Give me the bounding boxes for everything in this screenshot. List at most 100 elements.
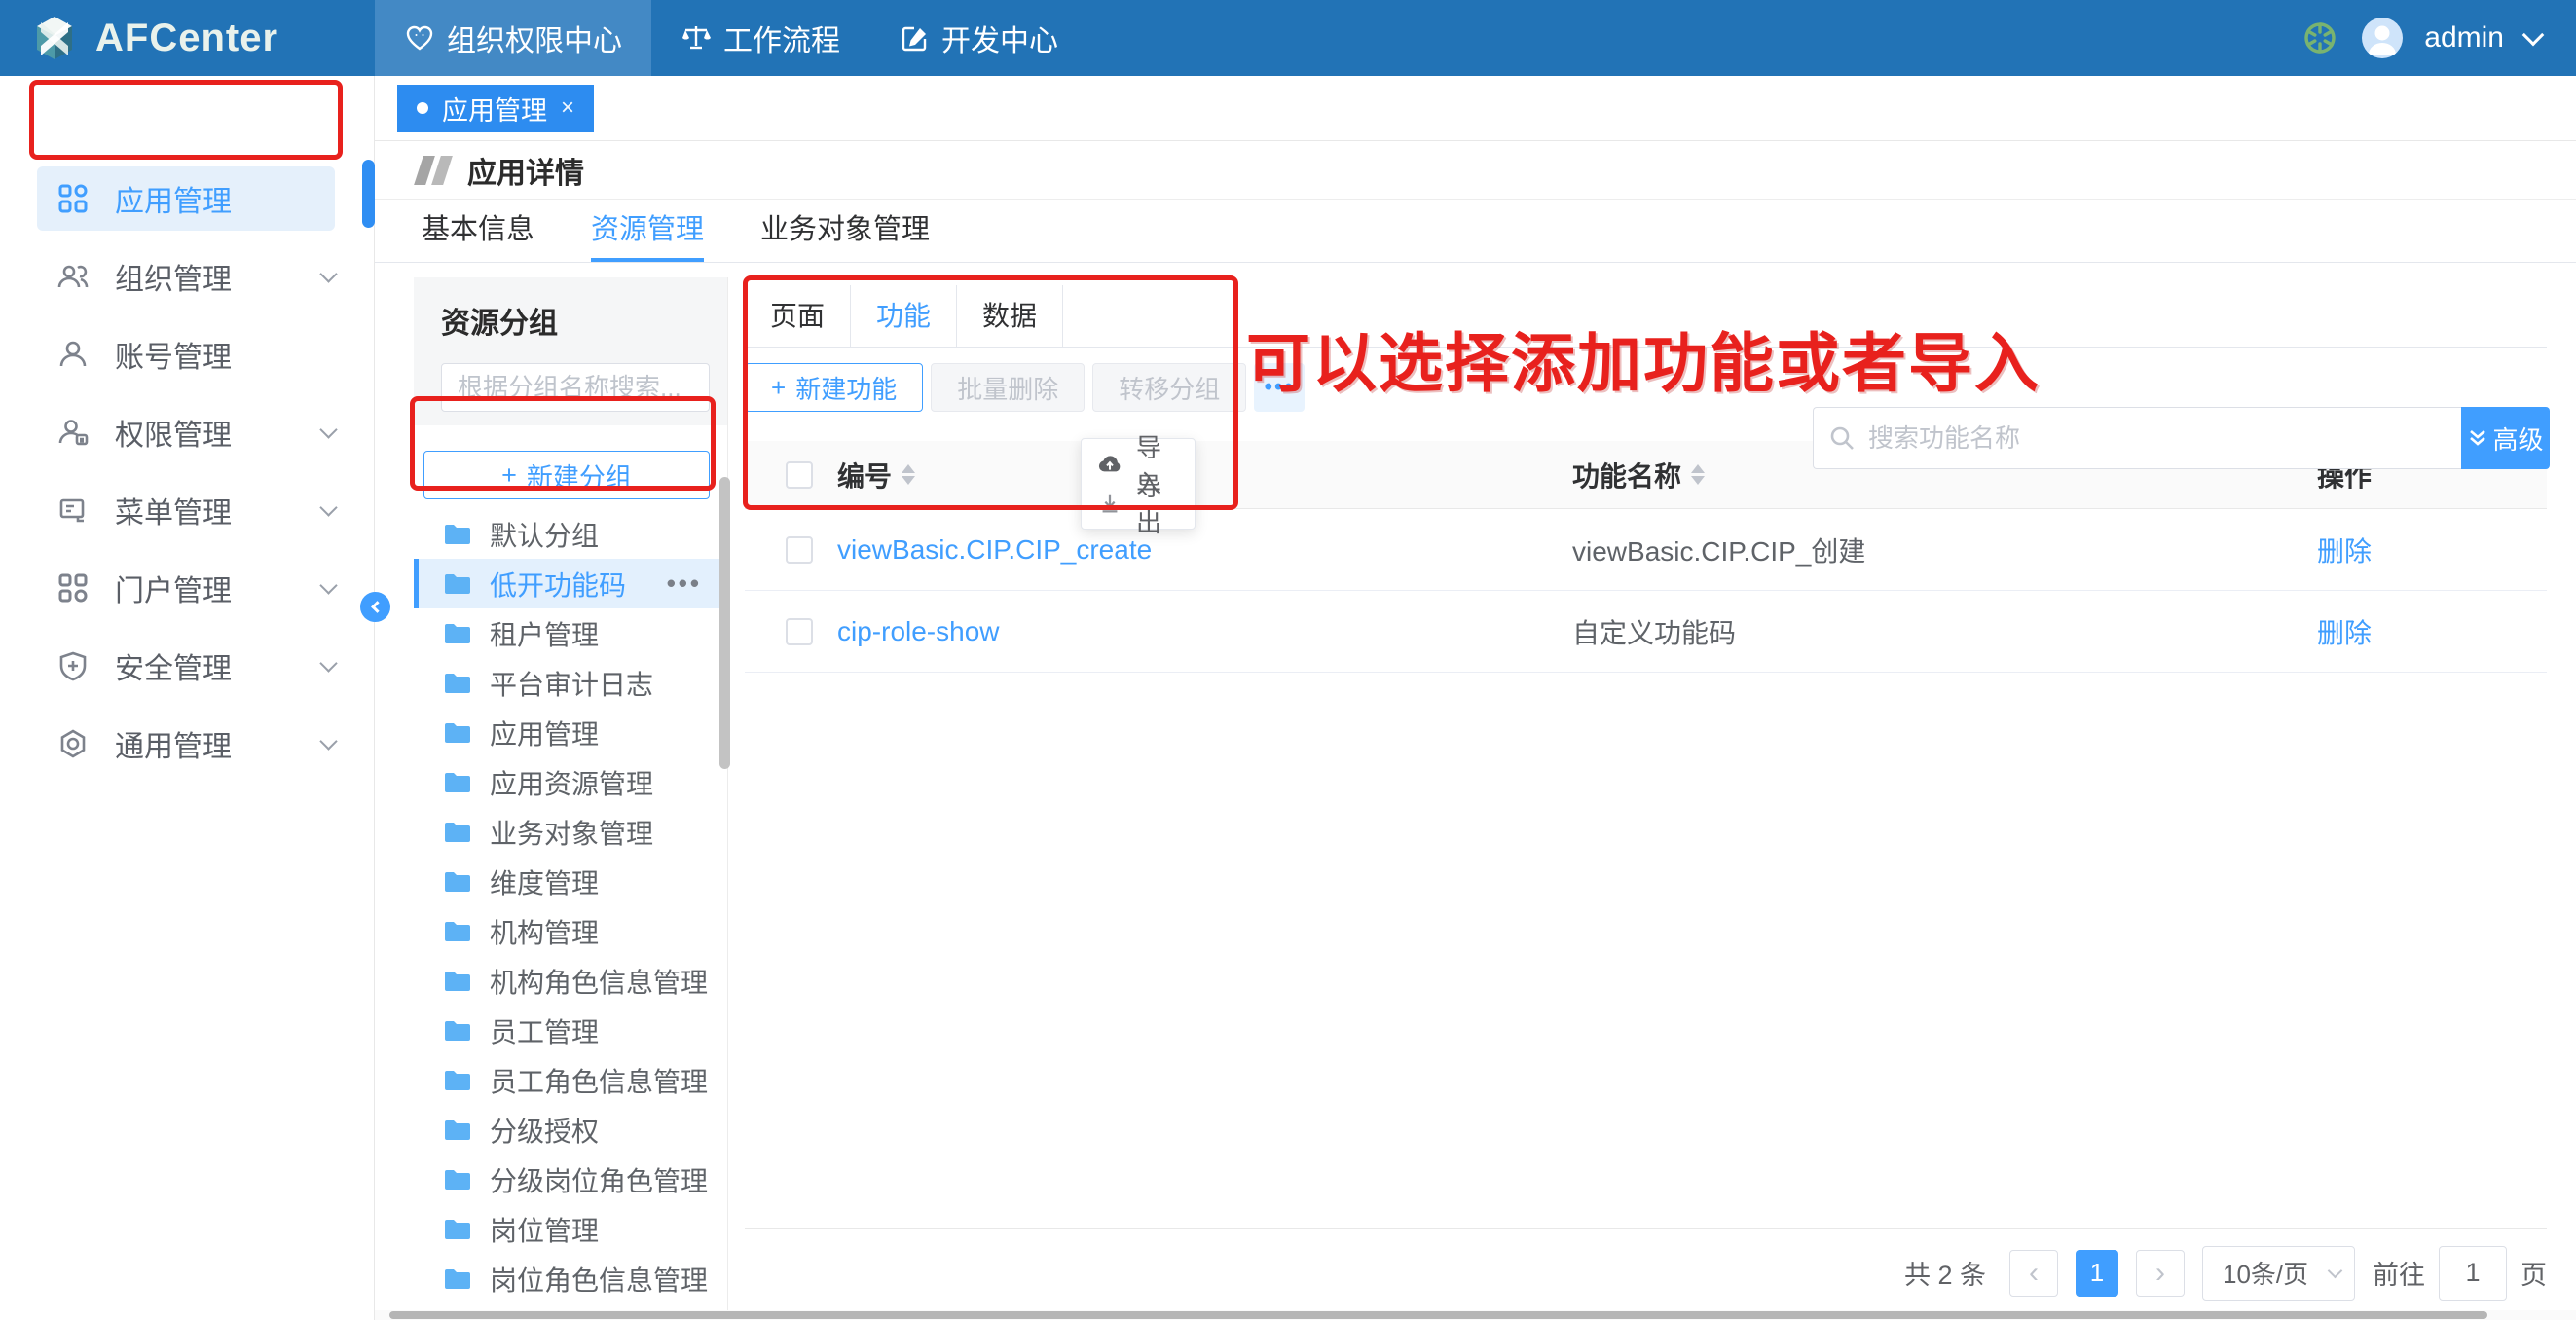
function-code-link[interactable]: cip-role-show	[837, 616, 1000, 646]
brand-name: AFCenter	[95, 17, 278, 60]
tab-pages[interactable]: 页面	[745, 285, 851, 347]
person-badge-icon	[56, 416, 90, 449]
tab-business-object-management[interactable]: 业务对象管理	[760, 200, 930, 262]
workspace-tab-app-management[interactable]: 应用管理 ×	[397, 85, 594, 132]
select-all-checkbox[interactable]	[786, 461, 813, 489]
table-row: viewBasic.CIP.CIP_create viewBasic.CIP.C…	[745, 509, 2547, 591]
current-page-button[interactable]: 1	[2076, 1250, 2118, 1297]
group-item[interactable]: 分级授权	[414, 1105, 727, 1155]
goto-page: 前往 页	[2373, 1246, 2547, 1301]
function-search-input[interactable]	[1813, 407, 2461, 469]
nav-item-org-permission-center[interactable]: 组织权限中心	[375, 0, 651, 76]
group-item[interactable]: 维度管理	[414, 857, 727, 906]
row-checkbox[interactable]	[786, 618, 813, 645]
group-more-icon[interactable]: •••	[667, 568, 702, 599]
group-item[interactable]: 默认分组	[414, 509, 727, 559]
group-item[interactable]: 机构角色信息管理	[414, 956, 727, 1006]
page-title: 应用详情	[467, 149, 584, 192]
more-actions-button[interactable]: •••	[1254, 363, 1305, 412]
folder-icon	[443, 572, 472, 596]
function-table: 编号 功能名称 操作 viewBasic.CIP.CIP_create view…	[745, 441, 2547, 673]
function-name: 自定义功能码	[1572, 618, 1736, 648]
nav-item-label: 开发中心	[941, 17, 1058, 59]
sidebar-item-org-management[interactable]: 组织管理	[0, 238, 374, 315]
new-group-button[interactable]: + 新建分组	[423, 451, 710, 499]
user-avatar[interactable]	[2362, 18, 2403, 58]
tab-data[interactable]: 数据	[957, 285, 1063, 347]
menu-item-export[interactable]: 导出	[1082, 484, 1195, 523]
sort-icon[interactable]	[902, 464, 915, 485]
group-item[interactable]: 平台审计日志	[414, 658, 727, 708]
sort-icon[interactable]	[1691, 464, 1705, 485]
sidebar-item-general-management[interactable]: 通用管理	[0, 705, 374, 783]
workspace-tab-label: 应用管理	[442, 90, 547, 128]
transfer-group-button[interactable]: 转移分组	[1092, 363, 1246, 412]
sidebar-item-label: 组织管理	[115, 255, 322, 298]
horizontal-scrollbar-thumb[interactable]	[389, 1311, 2487, 1319]
group-item[interactable]: 机构管理	[414, 906, 727, 956]
search-icon	[1828, 424, 1856, 452]
sidebar-item-portal-management[interactable]: 门户管理	[0, 549, 374, 627]
delete-link[interactable]: 删除	[2317, 536, 2372, 567]
sidebar-item-app-management[interactable]: 应用管理	[0, 160, 374, 238]
horizontal-scrollbar[interactable]	[375, 1310, 2576, 1320]
tab-resource-management[interactable]: 资源管理	[591, 200, 704, 262]
folder-icon	[443, 523, 472, 546]
next-page-button[interactable]: ›	[2136, 1250, 2185, 1297]
sidebar-item-permission-management[interactable]: 权限管理	[0, 393, 374, 471]
row-checkbox[interactable]	[786, 536, 813, 564]
advanced-search-button[interactable]: 高级	[2461, 407, 2550, 469]
main-area: 应用管理 × 应用详情 基本信息 资源管理 业务对象管理 资源分组 +	[375, 76, 2576, 1320]
sidebar-collapse-button[interactable]	[360, 592, 390, 622]
function-code-link[interactable]: viewBasic.CIP.CIP_create	[837, 534, 1152, 565]
tab-functions[interactable]: 功能	[851, 285, 957, 347]
nav-item-workflow[interactable]: 工作流程	[651, 0, 869, 76]
group-item[interactable]: 应用管理	[414, 708, 727, 757]
tab-basic-info[interactable]: 基本信息	[422, 200, 534, 262]
goto-page-input[interactable]	[2439, 1246, 2507, 1301]
batch-delete-button[interactable]: 批量删除	[931, 363, 1085, 412]
folder-icon	[443, 1168, 472, 1192]
chevron-down-icon[interactable]	[2522, 24, 2545, 47]
sidebar-item-security-management[interactable]: 安全管理	[0, 627, 374, 705]
top-navbar: AFCenter 组织权限中心	[0, 0, 2576, 76]
assistant-knot-icon[interactable]	[2300, 18, 2340, 58]
document-icon	[56, 494, 90, 527]
chevron-down-icon	[319, 265, 337, 282]
user-name[interactable]: admin	[2424, 21, 2504, 55]
column-header-code[interactable]: 编号	[837, 456, 892, 495]
group-item[interactable]: 员工角色信息管理	[414, 1055, 727, 1105]
table-row: cip-role-show 自定义功能码 删除	[745, 591, 2547, 673]
new-function-button[interactable]: + 新建功能	[745, 363, 923, 412]
folder-icon	[443, 1019, 472, 1043]
group-item[interactable]: 应用资源管理	[414, 757, 727, 807]
sidebar-item-menu-management[interactable]: 菜单管理	[0, 471, 374, 549]
cloud-upload-icon	[1097, 452, 1122, 477]
group-item[interactable]: 岗位管理	[414, 1204, 727, 1254]
folder-icon	[443, 721, 472, 745]
page-size-select[interactable]: 10条/页	[2202, 1246, 2355, 1301]
double-slash-icon	[419, 156, 448, 185]
group-item[interactable]: 租户管理	[414, 608, 727, 658]
afcenter-logo-icon	[29, 13, 80, 63]
close-icon[interactable]: ×	[561, 94, 574, 122]
nav-item-dev-center[interactable]: 开发中心	[869, 0, 1087, 76]
total-count: 共 2 条	[1904, 1254, 1986, 1292]
group-item[interactable]: 员工管理	[414, 1006, 727, 1055]
prev-page-button[interactable]: ‹	[2009, 1250, 2058, 1297]
delete-link[interactable]: 删除	[2317, 618, 2372, 648]
folder-icon	[443, 672, 472, 695]
sidebar-item-account-management[interactable]: 账号管理	[0, 315, 374, 393]
detail-tabs: 基本信息 资源管理 业务对象管理	[375, 200, 2576, 263]
group-item[interactable]: 岗位角色信息管理	[414, 1254, 727, 1303]
group-item[interactable]: 业务对象管理	[414, 807, 727, 857]
download-icon	[1097, 491, 1122, 516]
column-header-name[interactable]: 功能名称	[1572, 456, 1681, 495]
group-item[interactable]: 分级岗位角色管理	[414, 1155, 727, 1204]
sidebar: 应用管理 组织管理 账号管理	[0, 76, 375, 1320]
app-grid-icon	[56, 182, 90, 215]
group-search-input[interactable]	[441, 363, 710, 412]
sidebar-scrollbar-thumb[interactable]	[362, 160, 375, 228]
folder-icon	[443, 771, 472, 794]
group-item-selected[interactable]: 低开功能码 •••	[414, 559, 727, 608]
